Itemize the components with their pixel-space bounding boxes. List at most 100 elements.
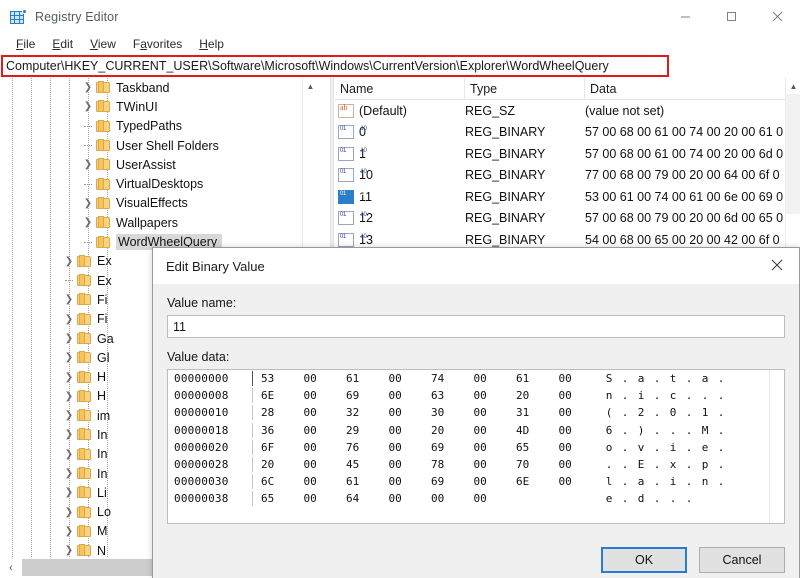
hex-separator [252,457,253,472]
hex-byte: 00 [559,424,602,437]
tree-item-label: In [97,467,113,481]
tree-item[interactable]: TypedPaths [0,117,330,136]
hex-bytes: 5300610074006100 [261,372,601,385]
chevron-right-icon[interactable]: ❯ [61,541,77,557]
value-data-hex-editor[interactable]: 000000005300610074006100S.a.t.a.00000008… [167,369,785,524]
ascii-char: . [649,424,665,437]
tree-item[interactable]: ❯Taskband [0,78,330,97]
ascii-char: . [681,406,697,419]
chevron-left-icon[interactable]: ‹ [0,557,22,578]
folder-icon [77,390,92,403]
chevron-right-icon[interactable]: ❯ [61,387,77,406]
chevron-right-icon[interactable]: ❯ [61,464,77,483]
cell-data: 57 00 68 00 61 00 74 00 20 00 61 0 [585,125,800,139]
chevron-right-icon[interactable]: ❯ [61,329,77,348]
value-name-input[interactable]: 11 [167,315,785,338]
tree-item[interactable]: ❯ UserAssist [0,155,330,174]
table-row[interactable]: 10REG_BINARY77 00 68 00 79 00 20 00 64 0… [335,165,800,187]
hex-byte: 61 [346,475,389,488]
menu-file[interactable]: File [8,35,44,53]
tree-item[interactable]: VirtualDesktops [0,174,330,193]
chevron-right-icon[interactable]: ❯ [61,483,77,502]
tree-item[interactable]: ❯ TWinUI [0,97,330,116]
hex-row: 000000086E00690063002000n.i.c... [168,387,784,404]
chevron-right-icon[interactable]: ❯ [80,194,96,213]
hex-ascii: (.2.0.1. [601,406,729,419]
tree-item-label: Ga [97,332,120,346]
chevron-right-icon[interactable]: ❯ [61,425,77,444]
ascii-char: . [681,441,697,454]
ascii-char: . [681,458,697,471]
chevron-up-icon[interactable]: ▲ [786,78,800,94]
window-controls [662,0,800,33]
hex-byte: 61 [516,372,559,385]
chevron-right-icon[interactable]: ❯ [80,97,96,116]
hex-byte: 00 [474,441,517,454]
tree-item-label: In [97,428,113,442]
hex-row: 000000282000450078007000..E.x.p. [168,456,784,473]
ascii-char: . [649,475,665,488]
table-row[interactable]: 0REG_BINARY57 00 68 00 61 00 74 00 20 00… [335,122,800,144]
table-row[interactable]: 1REG_BINARY57 00 68 00 61 00 74 00 20 00… [335,143,800,165]
ok-button[interactable]: OK [601,547,687,573]
hex-byte: 00 [304,475,347,488]
chevron-right-icon[interactable]: ❯ [61,252,77,271]
column-header-data[interactable]: Data [585,78,785,100]
ascii-char: M [697,424,713,437]
hex-byte: 20 [516,389,559,402]
chevron-right-icon[interactable]: ❯ [61,310,77,329]
close-icon[interactable] [754,0,800,33]
chevron-right-icon[interactable]: ❯ [61,445,77,464]
ascii-char: i [633,389,649,402]
tree-item-label: Ex [97,254,118,268]
table-row[interactable]: 12REG_BINARY57 00 68 00 79 00 20 00 6d 0… [335,208,800,230]
menu-view[interactable]: View [82,35,125,53]
folder-icon [77,313,92,326]
tree-item-label: TWinUI [116,100,164,114]
table-row[interactable]: 11REG_BINARY53 00 61 00 74 00 61 00 6e 0… [335,186,800,208]
chevron-up-icon[interactable]: ▲ [303,78,318,94]
chevron-right-icon[interactable]: ❯ [61,522,77,541]
table-row[interactable]: (Default)REG_SZ(value not set) [335,100,800,122]
tree-item[interactable]: User Shell Folders [0,136,330,155]
menu-edit[interactable]: Edit [44,35,82,53]
ascii-char: . [665,424,681,437]
hex-vertical-scrollbar[interactable] [769,370,784,523]
ascii-char: . [713,406,729,419]
tree-item-label: im [97,409,116,423]
minimize-icon[interactable] [662,0,708,33]
address-bar-area: Computer\HKEY_CURRENT_USER\Software\Micr… [0,54,800,78]
chevron-right-icon[interactable]: ❯ [61,348,77,367]
ascii-char: 0 [665,406,681,419]
tree-item[interactable]: ❯VisualEffects [0,194,330,213]
tree-item-label: In [97,447,113,461]
chevron-right-icon[interactable]: ❯ [80,213,96,232]
tree-item[interactable]: ❯Wallpapers [0,213,330,232]
chevron-right-icon[interactable]: ❯ [61,290,77,309]
address-bar[interactable]: Computer\HKEY_CURRENT_USER\Software\Micr… [1,55,669,77]
menu-favorites[interactable]: Favorites [125,35,191,53]
window-title: Registry Editor [35,10,118,24]
close-icon[interactable] [754,248,799,282]
chevron-right-icon[interactable]: ❯ [80,78,96,97]
hex-byte: 69 [431,475,474,488]
list-vscroll-thumb[interactable] [786,94,800,214]
ascii-char: . [713,389,729,402]
menu-help[interactable]: Help [191,35,233,53]
chevron-right-icon[interactable]: ❯ [61,368,77,387]
tree-item-label: Fi [97,293,113,307]
tree-item-label: UserAssist [116,158,182,172]
ascii-char: o [601,441,617,454]
hex-byte: 69 [431,441,474,454]
column-header-name[interactable]: Name [335,78,465,100]
chevron-right-icon[interactable]: ❯ [61,406,77,425]
chevron-right-icon[interactable]: ❯ [80,155,96,174]
folder-icon [96,178,111,191]
tree-item-label: Ex [97,274,118,288]
ascii-char: . [681,424,697,437]
column-header-type[interactable]: Type [465,78,585,100]
maximize-icon[interactable] [708,0,754,33]
chevron-right-icon[interactable]: ❯ [61,503,77,522]
folder-icon [77,428,92,441]
cancel-button[interactable]: Cancel [699,547,785,573]
